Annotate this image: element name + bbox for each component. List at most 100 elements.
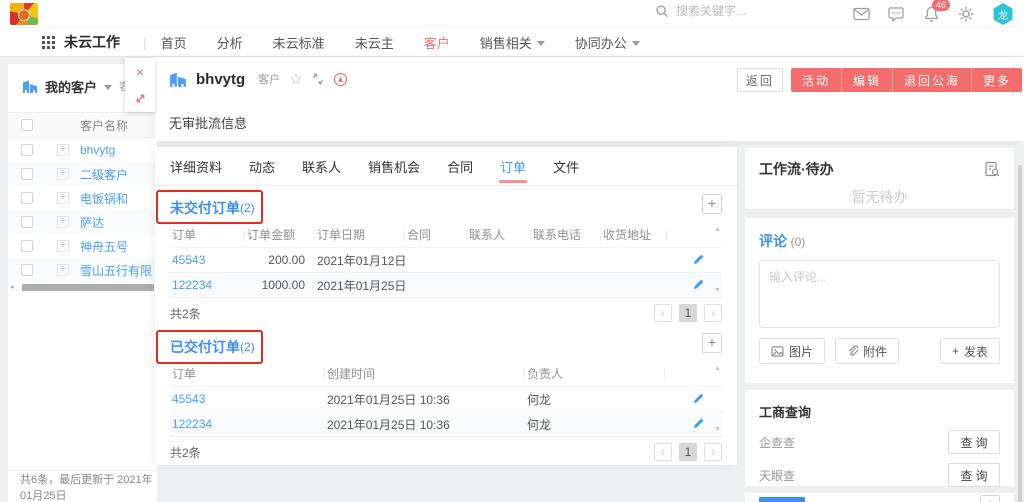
nav-item-main[interactable]: 未云主 <box>355 33 394 52</box>
publish-comment-button[interactable]: + 发表 <box>940 338 1000 364</box>
customer-link[interactable]: 二级客户 <box>80 166 128 183</box>
attach-file-button[interactable]: 附件 <box>835 338 899 364</box>
gear-icon[interactable] <box>957 5 975 23</box>
current-page[interactable]: 1 <box>679 443 697 461</box>
order-link[interactable]: 45543 <box>170 253 245 267</box>
row-checkbox[interactable] <box>21 192 33 204</box>
customer-link[interactable]: bhvytg <box>80 143 115 157</box>
activity-button[interactable]: 活动 <box>791 68 841 92</box>
table-scrollbar[interactable]: ▲▼ <box>712 362 723 436</box>
global-search[interactable] <box>655 4 826 18</box>
list-title[interactable]: 我的客户 <box>45 77 97 96</box>
scroll-down-icon[interactable]: ▼ <box>712 287 723 294</box>
order-row[interactable]: 122234 1000.00 2021年01月25日 <box>170 272 722 297</box>
nav-item-standard[interactable]: 未云标准 <box>273 33 325 52</box>
edit-pencil-icon[interactable] <box>692 392 706 406</box>
expand-row-icon[interactable] <box>57 216 69 228</box>
star-icon[interactable] <box>289 70 302 88</box>
query-button[interactable]: 查询 <box>948 463 1000 487</box>
scroll-left-icon[interactable]: ◂ <box>10 283 14 292</box>
next-page-button[interactable]: › <box>704 304 722 322</box>
customer-link[interactable]: 雪山五行有限 <box>80 262 152 279</box>
seal-badge-icon[interactable] <box>333 72 348 87</box>
comment-input[interactable] <box>759 260 1000 328</box>
insert-image-button[interactable]: 图片 <box>759 338 825 364</box>
row-checkbox[interactable] <box>21 240 33 252</box>
search-input[interactable] <box>676 4 826 18</box>
order-row[interactable]: 45543 200.00 2021年01月12日 <box>170 247 722 272</box>
close-icon[interactable]: × <box>125 58 155 85</box>
customer-row[interactable]: 神舟五号 <box>8 234 157 258</box>
table-scrollbar[interactable]: ▲▼ <box>712 223 723 297</box>
tab-contracts[interactable]: 合同 <box>447 147 473 185</box>
row-checkbox[interactable] <box>21 168 33 180</box>
nav-item-sales[interactable]: 销售相关 <box>480 33 545 52</box>
order-row[interactable]: 45543 2021年01月25日 10:36 何龙 <box>170 386 722 411</box>
user-avatar[interactable]: 龙 <box>992 3 1014 25</box>
chevron-down-icon[interactable] <box>104 85 112 90</box>
prev-page-button[interactable]: ‹ <box>654 304 672 322</box>
order-link[interactable]: 122234 <box>170 278 245 292</box>
edit-pencil-icon[interactable] <box>692 417 706 431</box>
horizontal-scrollbar[interactable]: ◂ <box>8 283 157 292</box>
customer-row[interactable]: 雪山五行有限 <box>8 258 157 282</box>
prev-page-button[interactable]: ‹ <box>654 443 672 461</box>
nav-item-home[interactable]: 首页 <box>161 33 187 52</box>
edit-button[interactable]: 编辑 <box>841 68 892 92</box>
current-page[interactable]: 1 <box>679 304 697 322</box>
query-button[interactable]: 查询 <box>948 430 1000 454</box>
expand-row-icon[interactable] <box>57 240 69 252</box>
tab-details[interactable]: 详细资料 <box>170 147 222 185</box>
app-switcher[interactable]: 未云工作 | <box>42 32 161 52</box>
nav-item-collab[interactable]: 协同办公 <box>575 33 640 52</box>
expand-row-icon[interactable] <box>57 168 69 180</box>
tab-orders[interactable]: 订单 <box>500 147 526 185</box>
customer-row[interactable]: 二级客户 <box>8 162 157 186</box>
row-checkbox[interactable] <box>21 264 33 276</box>
order-link[interactable]: 45543 <box>170 392 325 406</box>
customer-row[interactable]: bhvytg <box>8 138 157 162</box>
lookup-source-label: 天眼查 <box>759 467 795 484</box>
nav-item-analysis[interactable]: 分析 <box>217 33 243 52</box>
customer-link[interactable]: 神舟五号 <box>80 238 128 255</box>
expand-diagonal-icon[interactable] <box>125 85 155 112</box>
customer-link[interactable]: 萨达 <box>80 214 104 231</box>
customer-link[interactable]: 电饭锅和 <box>80 190 128 207</box>
back-button[interactable]: 返回 <box>737 68 783 92</box>
mail-icon[interactable] <box>852 5 870 23</box>
scroll-down-icon[interactable]: ▼ <box>712 426 723 433</box>
customer-row[interactable]: 电饭锅和 <box>8 186 157 210</box>
scroll-up-icon[interactable]: ▲ <box>712 365 723 372</box>
tab-activity[interactable]: 动态 <box>249 147 275 185</box>
edit-pencil-icon[interactable] <box>692 278 706 292</box>
more-button[interactable]: 更多 <box>971 68 1022 92</box>
fullscreen-icon[interactable] <box>312 73 324 85</box>
expand-row-icon[interactable] <box>57 192 69 204</box>
edit-pencil-icon[interactable] <box>692 253 706 267</box>
workflow-lookup-icon[interactable] <box>984 161 1000 177</box>
add-button[interactable] <box>980 495 1000 502</box>
chat-icon[interactable] <box>887 5 905 23</box>
expand-row-icon[interactable] <box>57 144 69 156</box>
tab-files[interactable]: 文件 <box>553 147 579 185</box>
select-all-checkbox[interactable] <box>21 119 33 131</box>
add-order-button[interactable] <box>702 333 722 353</box>
scrollbar-thumb[interactable] <box>22 284 154 291</box>
nav-item-customers[interactable]: 客户 <box>424 33 450 52</box>
order-link[interactable]: 122234 <box>170 417 325 431</box>
app-logo[interactable] <box>10 3 38 25</box>
business-lookup-panel: 工商查询 企查查 查询 天眼查 查询 <box>745 390 1014 486</box>
page-scrollbar-thumb[interactable] <box>1018 165 1022 502</box>
order-row[interactable]: 122234 2021年01月25日 10:36 何龙 <box>170 411 722 436</box>
tab-opportunities[interactable]: 销售机会 <box>368 147 420 185</box>
row-checkbox[interactable] <box>21 216 33 228</box>
add-order-button[interactable] <box>702 194 722 214</box>
tab-contacts[interactable]: 联系人 <box>302 147 341 185</box>
row-checkbox[interactable] <box>21 144 33 156</box>
bell-icon[interactable]: 46 <box>922 5 940 23</box>
expand-row-icon[interactable] <box>57 264 69 276</box>
customer-row[interactable]: 萨达 <box>8 210 157 234</box>
next-page-button[interactable]: › <box>704 443 722 461</box>
scroll-up-icon[interactable]: ▲ <box>712 226 723 233</box>
return-to-pool-button[interactable]: 退回公海 <box>892 68 971 92</box>
